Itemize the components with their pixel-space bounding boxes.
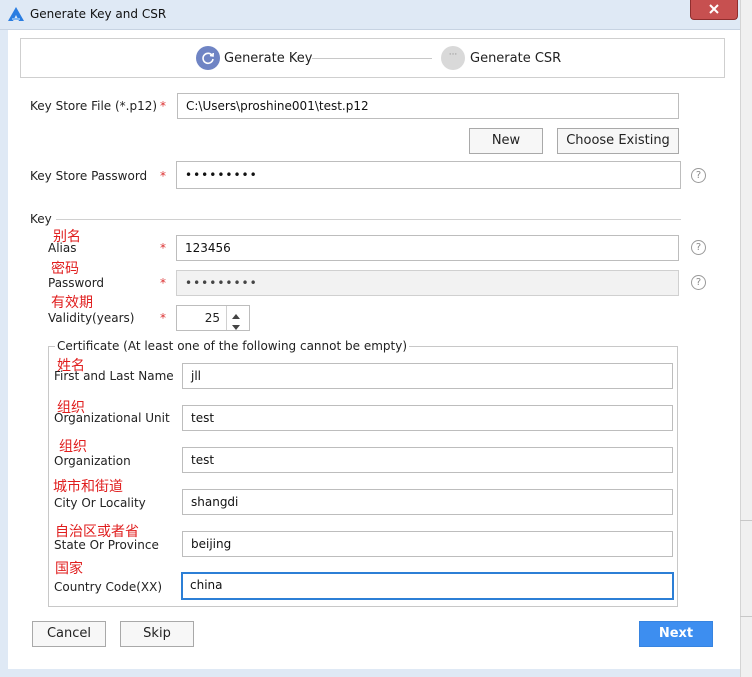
keystore-password-label: Key Store Password [30, 169, 148, 183]
app-logo-icon [8, 7, 24, 21]
required-mark: * [160, 169, 166, 183]
help-icon[interactable]: ? [691, 240, 706, 255]
step-pending-dots: ··· [448, 50, 458, 60]
next-button[interactable]: Next [639, 621, 713, 647]
alias-label: Alias [48, 241, 77, 255]
validity-label: Validity(years) [48, 311, 135, 325]
city-label: City Or Locality [54, 496, 146, 510]
annotation-password: 密码 [51, 261, 79, 277]
window-title: Generate Key and CSR [30, 7, 167, 21]
window-frame-bottom [0, 669, 740, 677]
organization-label: Organization [54, 454, 131, 468]
key-password-label: Password [48, 276, 105, 290]
section-divider [56, 219, 681, 220]
help-icon[interactable]: ? [691, 275, 706, 290]
organizational-unit-input[interactable]: test [182, 405, 673, 431]
annotation-country: 国家 [55, 561, 83, 577]
city-input[interactable]: shangdi [182, 489, 673, 515]
window-close-button[interactable] [690, 0, 738, 20]
organizational-unit-label: Organizational Unit [54, 411, 170, 425]
state-label: State Or Province [54, 538, 159, 552]
keystore-file-label: Key Store File (*.p12) [30, 99, 158, 113]
country-code-label: Country Code(XX) [54, 580, 163, 594]
help-icon[interactable]: ? [691, 168, 706, 183]
step-connector [312, 58, 432, 59]
background-divider [740, 520, 752, 540]
annotation-org: 组织 [59, 439, 87, 455]
background-window-edge [740, 0, 752, 677]
step-generate-key-marker [196, 46, 220, 70]
refresh-icon [202, 52, 214, 65]
step-generate-csr-label: Generate CSR [470, 51, 562, 66]
first-last-name-input[interactable]: jll [182, 363, 673, 389]
key-section-label: Key [30, 212, 52, 226]
step-generate-csr-marker: ··· [441, 46, 465, 70]
new-button[interactable]: New [469, 128, 543, 154]
validity-value[interactable]: 25 [176, 305, 222, 331]
certificate-legend: Certificate (At least one of the followi… [55, 339, 409, 353]
step-generate-key-label: Generate Key [224, 51, 313, 66]
background-divider [740, 616, 752, 636]
required-mark: * [160, 99, 166, 113]
first-last-name-label: First and Last Name [54, 369, 174, 383]
chevron-down-icon[interactable] [230, 320, 242, 334]
alias-input[interactable]: 123456 [176, 235, 679, 261]
required-mark: * [160, 311, 166, 325]
country-code-input[interactable]: china [181, 572, 674, 600]
keystore-file-input[interactable]: C:\Users\proshine001\test.p12 [177, 93, 679, 119]
keystore-password-input[interactable]: ••••••••• [176, 161, 681, 189]
required-mark: * [160, 241, 166, 255]
choose-existing-button[interactable]: Choose Existing [557, 128, 679, 154]
organization-input[interactable]: test [182, 447, 673, 473]
skip-button[interactable]: Skip [120, 621, 194, 647]
spinner-divider [226, 306, 227, 330]
key-password-input[interactable]: ••••••••• [176, 270, 679, 296]
close-icon [709, 4, 719, 14]
window-frame-left [0, 30, 8, 677]
required-mark: * [160, 276, 166, 290]
cancel-button[interactable]: Cancel [32, 621, 106, 647]
state-input[interactable]: beijing [182, 531, 673, 557]
annotation-validity: 有效期 [51, 295, 93, 311]
annotation-city: 城市和街道 [53, 479, 123, 495]
